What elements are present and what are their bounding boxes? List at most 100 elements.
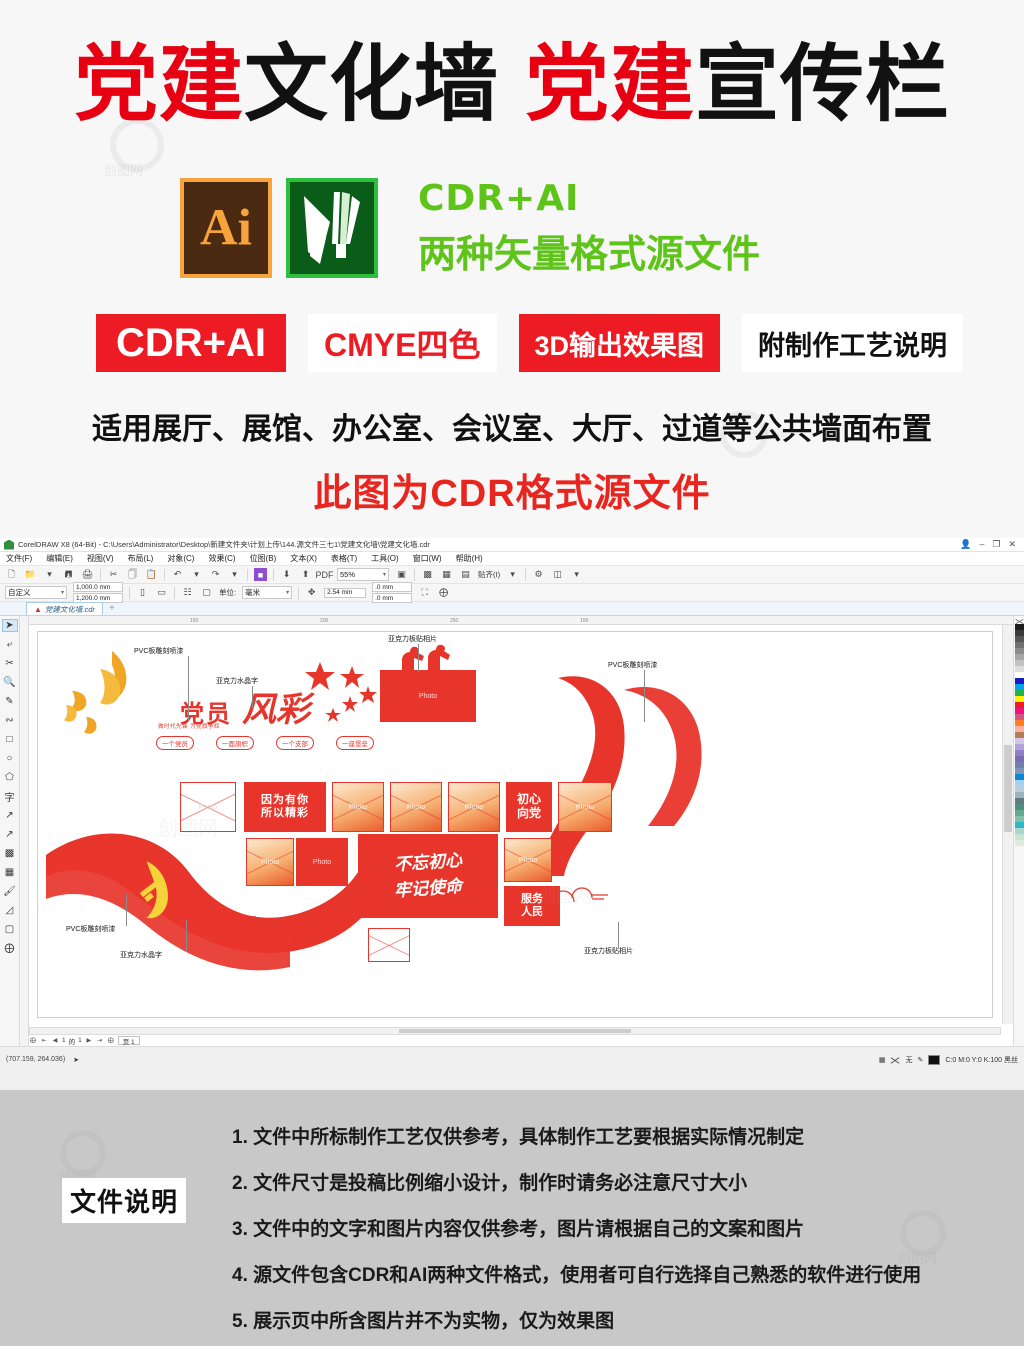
swatch-none[interactable]: [1014, 618, 1024, 624]
drop-shadow-tool-icon[interactable]: ▩: [2, 847, 18, 860]
menu-bitmaps[interactable]: 位图(B): [250, 553, 277, 564]
outline-pen-icon[interactable]: ✎: [917, 1056, 923, 1064]
current-page-icon[interactable]: ▢: [200, 586, 213, 599]
menu-text[interactable]: 文本(X): [290, 553, 317, 564]
rectangle-tool-icon[interactable]: □: [2, 733, 18, 746]
copy-icon[interactable]: 🗍: [126, 568, 139, 581]
close-button[interactable]: ✕: [1008, 540, 1016, 549]
color-palette[interactable]: [1013, 616, 1024, 1046]
parallel-dimension-tool-icon[interactable]: ↗: [2, 809, 18, 822]
next-page-icon[interactable]: ▶: [85, 1037, 93, 1045]
duplicate-offset-x-field[interactable]: .0 mm: [372, 582, 413, 592]
photo-placeholder-label: Photo: [418, 692, 438, 700]
save-icon[interactable]: 🖪: [62, 568, 75, 581]
cut-icon[interactable]: ✂: [107, 568, 120, 581]
page-tab[interactable]: 页 1: [117, 1036, 140, 1046]
open-document-icon[interactable]: 📁: [24, 568, 37, 581]
horizontal-scrollbar[interactable]: [29, 1027, 1001, 1035]
unit-combo[interactable]: 毫米 ▾: [242, 586, 293, 599]
all-pages-icon[interactable]: ☷: [181, 586, 194, 599]
horizontal-ruler: 150 200 250 100: [20, 616, 1013, 625]
scrollbar-thumb[interactable]: [1004, 744, 1012, 833]
status-bar-right: ▦ 无 ✎ C:0 M:0 Y:0 K:100 黑丝: [879, 1054, 1018, 1065]
freehand-tool-icon[interactable]: ✎: [2, 695, 18, 708]
zoom-tool-icon[interactable]: 🔍: [2, 676, 18, 689]
pick-tool-icon[interactable]: ➤: [1, 619, 18, 632]
canvas-area[interactable]: 150 200 250 100 党员 风彩 做时代先锋 为党旗争辉 一个党员 一…: [20, 616, 1013, 1046]
add-plus-icon[interactable]: ⨁: [437, 586, 450, 599]
restore-button[interactable]: ❐: [992, 540, 1000, 549]
crop-tool-icon[interactable]: ✂: [2, 657, 18, 670]
interactive-fill-tool-icon[interactable]: ◿: [2, 904, 18, 917]
show-grid-icon[interactable]: ▦: [440, 568, 453, 581]
text-tool-icon[interactable]: 字: [2, 790, 18, 804]
fullscreen-preview-icon[interactable]: ▣: [395, 568, 408, 581]
show-rulers-icon[interactable]: ▩: [421, 568, 434, 581]
menu-object[interactable]: 对象(C): [167, 553, 194, 564]
launcher-dropdown-icon[interactable]: ▾: [570, 568, 583, 581]
import-icon[interactable]: ⬇: [280, 568, 293, 581]
export-icon[interactable]: ⬆: [299, 568, 312, 581]
menu-effects[interactable]: 效果(C): [208, 553, 235, 564]
menu-tools[interactable]: 工具(O): [371, 553, 399, 564]
publish-pdf-icon[interactable]: PDF: [316, 568, 334, 581]
add-page-end-icon[interactable]: ⨁: [107, 1037, 115, 1045]
menu-window[interactable]: 窗口(W): [413, 553, 442, 564]
scrollbar-thumb[interactable]: [398, 1029, 632, 1033]
panel-slogan-line-1: 不忘初心: [393, 851, 463, 875]
prev-page-icon[interactable]: ◀: [51, 1037, 59, 1045]
add-page-icon[interactable]: ⨁: [29, 1037, 37, 1045]
quick-customize-icon[interactable]: ⨁: [2, 942, 18, 955]
nudge-field[interactable]: 2.54 mm: [324, 587, 367, 598]
duplicate-offset-y-field[interactable]: .0 mm: [372, 593, 413, 603]
landscape-orientation-icon[interactable]: ▭: [155, 586, 168, 599]
snap-dropdown-icon[interactable]: ▾: [506, 568, 519, 581]
new-tab-icon[interactable]: +: [109, 603, 115, 614]
menu-edit[interactable]: 编辑(E): [46, 553, 73, 564]
menu-file[interactable]: 文件(F): [6, 553, 32, 564]
user-account-icon[interactable]: 👤: [960, 540, 971, 549]
options-gear-icon[interactable]: ⚙: [532, 568, 545, 581]
application-launcher-icon[interactable]: ◫: [551, 568, 564, 581]
transparency-tool-icon[interactable]: ▦: [2, 866, 18, 879]
new-document-icon[interactable]: 🗋: [5, 568, 18, 581]
ellipse-tool-icon[interactable]: ○: [2, 752, 18, 765]
zoom-level-combo[interactable]: 55% ▾: [337, 568, 389, 581]
straight-line-connector-tool-icon[interactable]: ↗: [2, 828, 18, 841]
menu-layout[interactable]: 布局(L): [128, 553, 154, 564]
outline-color-swatch[interactable]: [928, 1054, 941, 1065]
undo-icon[interactable]: ↶: [171, 568, 184, 581]
page-preset-combo[interactable]: 自定义 ▾: [5, 586, 67, 599]
menu-view[interactable]: 视图(V): [87, 553, 114, 564]
show-guidelines-icon[interactable]: ▤: [459, 568, 472, 581]
fill-color-icon[interactable]: ▦: [879, 1056, 886, 1064]
document-tab[interactable]: ▲ 党建文化墙.cdr: [26, 602, 103, 615]
design-canvas[interactable]: 党员 风彩 做时代先锋 为党旗争辉 一个党员 一面旗帜 一个支部 一座堡垒 Ph…: [29, 625, 1001, 1024]
photo-placeholder-label: Photo: [518, 856, 538, 864]
redo-icon[interactable]: ↷: [209, 568, 222, 581]
last-page-icon[interactable]: ⇥: [96, 1037, 104, 1045]
undo-dropdown-icon[interactable]: ▾: [190, 568, 203, 581]
redo-dropdown-icon[interactable]: ▾: [228, 568, 241, 581]
treat-as-filled-icon[interactable]: ⛶: [418, 586, 431, 599]
menu-help[interactable]: 帮助(H): [456, 553, 483, 564]
menu-table[interactable]: 表格(T): [331, 553, 357, 564]
snap-to-label[interactable]: 贴齐(I): [478, 569, 500, 580]
page-width-field[interactable]: 1,000.0 mm: [73, 582, 123, 592]
print-icon[interactable]: 🖨: [81, 568, 94, 581]
vertical-scrollbar[interactable]: [1002, 625, 1013, 1024]
polygon-tool-icon[interactable]: ⬠: [2, 771, 18, 784]
color-swatch[interactable]: [1014, 840, 1024, 846]
minimize-button[interactable]: –: [979, 540, 984, 549]
color-eyedropper-tool-icon[interactable]: 🖌: [2, 885, 18, 898]
menu-bar[interactable]: 文件(F) 编辑(E) 视图(V) 布局(L) 对象(C) 效果(C) 位图(B…: [0, 552, 1024, 566]
smart-fill-tool-icon[interactable]: ▢: [2, 923, 18, 936]
artistic-media-tool-icon[interactable]: ∾: [2, 714, 18, 727]
shape-tool-icon[interactable]: ⤶: [2, 638, 18, 651]
portrait-orientation-icon[interactable]: ▯: [136, 586, 149, 599]
paste-icon[interactable]: 📋: [145, 568, 158, 581]
duplicate-offset-x-value: .0 mm: [375, 583, 394, 591]
open-dropdown-icon[interactable]: ▾: [43, 568, 56, 581]
search-content-icon[interactable]: ■: [254, 568, 267, 581]
first-page-icon[interactable]: ⇤: [40, 1037, 48, 1045]
